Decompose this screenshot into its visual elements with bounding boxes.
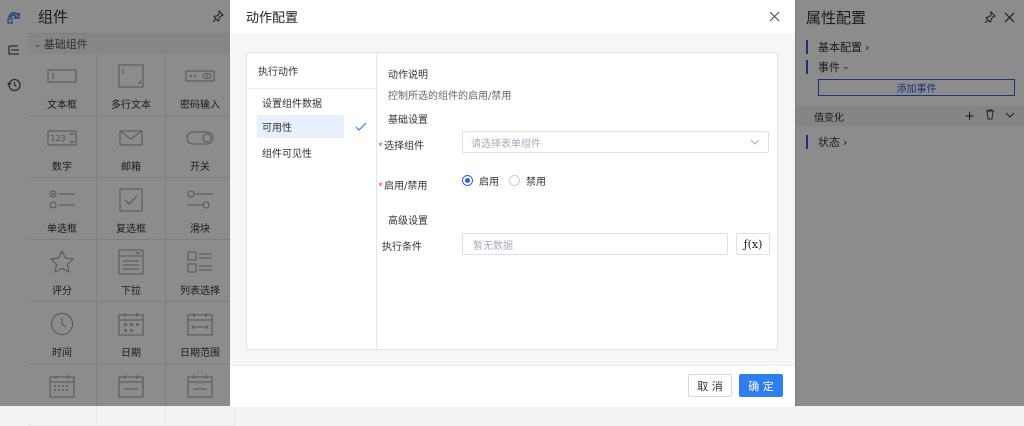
radio-disable[interactable]: 禁用 bbox=[509, 173, 546, 188]
advanced-settings-title: 高级设置 bbox=[388, 216, 428, 227]
action-item-availability[interactable]: 可用性 bbox=[257, 115, 344, 138]
close-icon[interactable] bbox=[769, 7, 780, 26]
required-marker: * bbox=[378, 141, 383, 152]
formula-button[interactable]: ƒ(x) bbox=[736, 233, 770, 255]
radio-selected-icon bbox=[462, 175, 473, 186]
basic-settings-title: 基础设置 bbox=[388, 115, 428, 126]
select-component-placeholder: 请选择表单组件 bbox=[471, 138, 541, 150]
dialog-body: 执行动作 设置组件数据 可用性 组件可见性 动作说明 控制所选的组件的启用/禁用… bbox=[230, 33, 795, 365]
select-component-dropdown[interactable]: 请选择表单组件 bbox=[462, 131, 769, 153]
select-component-label: *选择组件 bbox=[378, 141, 424, 152]
action-list: 执行动作 设置组件数据 可用性 组件可见性 bbox=[247, 53, 377, 349]
enable-disable-label: *启用/禁用 bbox=[378, 181, 428, 192]
required-marker: * bbox=[378, 181, 383, 192]
chevron-down-icon bbox=[750, 139, 760, 145]
action-config-card: 执行动作 设置组件数据 可用性 组件可见性 动作说明 控制所选的组件的启用/禁用… bbox=[246, 52, 778, 350]
radio-disable-label: 禁用 bbox=[526, 177, 546, 188]
dialog-footer: 取 消 确 定 bbox=[230, 365, 795, 407]
check-icon bbox=[355, 122, 367, 131]
description-title: 动作说明 bbox=[388, 70, 428, 81]
confirm-button[interactable]: 确 定 bbox=[739, 374, 783, 397]
radio-enable-label: 启用 bbox=[479, 177, 499, 188]
action-settings: 动作说明 控制所选的组件的启用/禁用 基础设置 *选择组件 请选择表单组件 *启… bbox=[376, 53, 777, 349]
cancel-button[interactable]: 取 消 bbox=[688, 374, 732, 397]
dialog-header: 动作配置 bbox=[230, 0, 795, 34]
action-item-visibility[interactable]: 组件可见性 bbox=[257, 141, 344, 164]
action-item-set-data[interactable]: 设置组件数据 bbox=[257, 91, 344, 114]
action-config-dialog: 动作配置 执行动作 设置组件数据 可用性 组件可见性 动作说明 控制所选的组件的… bbox=[230, 0, 795, 407]
dialog-title: 动作配置 bbox=[246, 11, 299, 26]
condition-placeholder: 暂无数据 bbox=[473, 240, 513, 252]
action-list-title: 执行动作 bbox=[247, 53, 376, 89]
description-text: 控制所选的组件的启用/禁用 bbox=[388, 91, 512, 102]
radio-enable[interactable]: 启用 bbox=[462, 173, 499, 188]
condition-input[interactable]: 暂无数据 bbox=[462, 233, 728, 255]
condition-label: 执行条件 bbox=[382, 242, 422, 253]
radio-unselected-icon bbox=[509, 175, 520, 186]
